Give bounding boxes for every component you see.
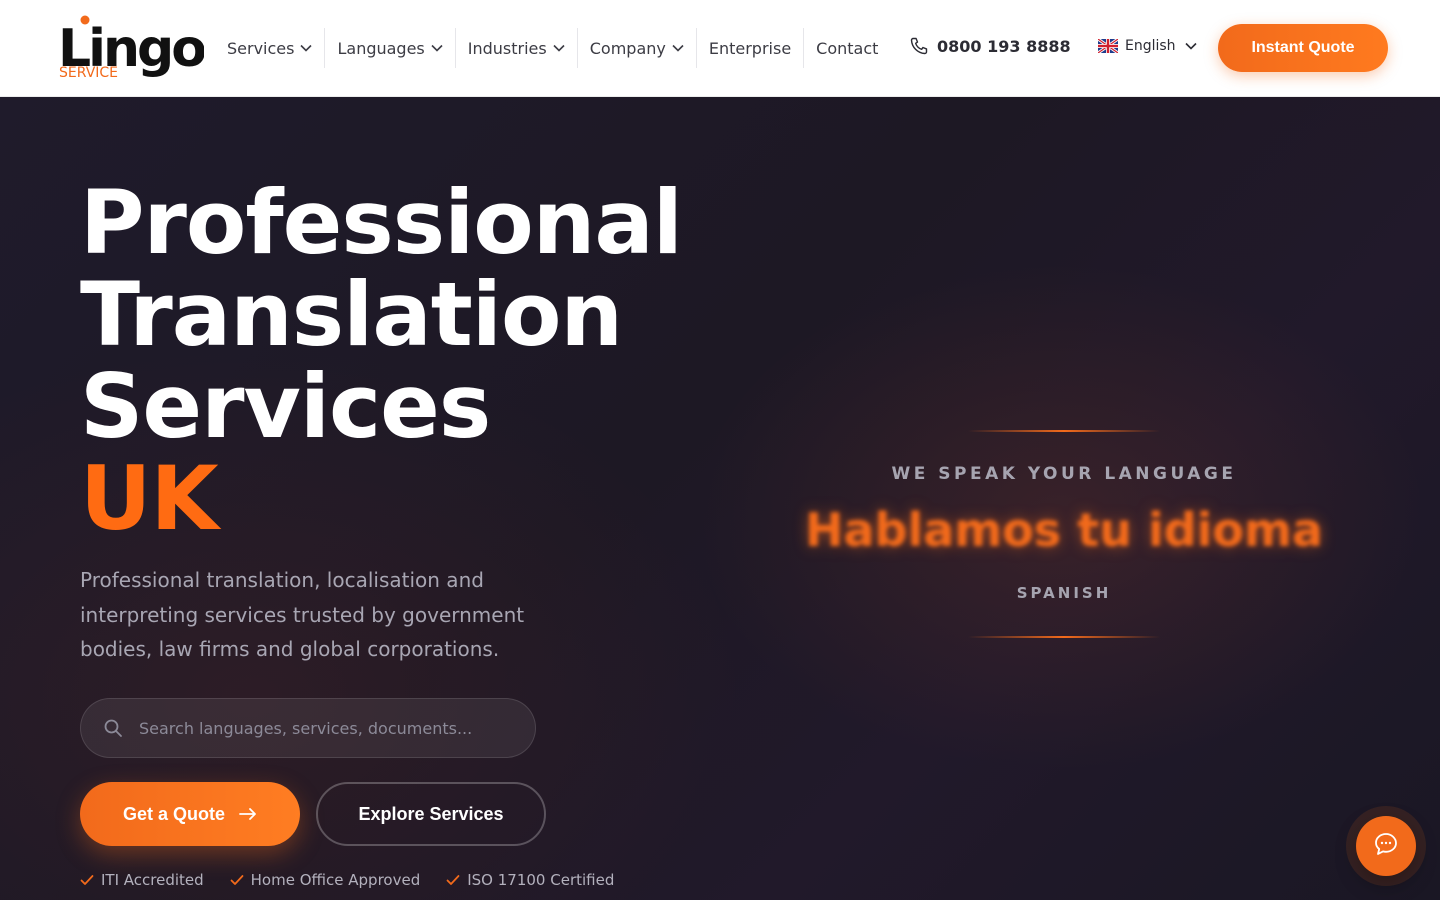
search-icon xyxy=(103,718,123,738)
nav-item-services[interactable]: Services xyxy=(215,28,324,68)
nav-item-label: Languages xyxy=(337,38,425,58)
nav-item-company[interactable]: Company xyxy=(578,28,696,68)
chat-bubble-icon xyxy=(1373,831,1399,861)
hero-title-line: Services xyxy=(80,355,491,458)
instant-quote-button[interactable]: Instant Quote xyxy=(1218,24,1388,72)
hero-title-line: Professional xyxy=(80,171,683,274)
nav-item-label: Company xyxy=(589,38,666,58)
chevron-down-icon xyxy=(1184,42,1197,50)
hero-section: Professional Translation Services UK Pro… xyxy=(0,97,1440,900)
chat-button[interactable] xyxy=(1356,816,1416,876)
badge-iso: ISO 17100 Certified xyxy=(446,871,614,889)
check-icon xyxy=(80,874,94,886)
nav-item-enterprise[interactable]: Enterprise xyxy=(697,28,803,68)
explore-services-button[interactable]: Explore Services xyxy=(316,782,546,846)
badge-label: ISO 17100 Certified xyxy=(467,871,615,889)
nav-item-contact[interactable]: Contact xyxy=(804,28,890,68)
check-icon xyxy=(446,874,460,886)
uk-flag-icon xyxy=(1098,39,1118,53)
nav-item-label: Contact xyxy=(816,38,879,58)
site-logo[interactable]: Lingo SERVICE xyxy=(58,14,204,84)
arrow-right-icon xyxy=(239,808,257,820)
badge-label: ITI Accredited xyxy=(101,871,204,889)
nav-item-label: Industries xyxy=(467,38,547,58)
main-nav: Services Languages Industries Company En… xyxy=(215,28,890,68)
get-quote-button[interactable]: Get a Quote xyxy=(80,782,300,846)
nav-item-industries[interactable]: Industries xyxy=(456,28,577,68)
svg-text:SERVICE: SERVICE xyxy=(59,65,118,81)
search-bar xyxy=(80,698,536,758)
showcase-tagline: WE SPEAK YOUR LANGUAGE xyxy=(891,464,1237,484)
site-header: Lingo SERVICE Services Languages Industr… xyxy=(0,0,1440,97)
search-input[interactable] xyxy=(139,699,519,757)
language-label: English xyxy=(1125,38,1176,54)
badge-iti: ITI Accredited xyxy=(80,871,204,889)
language-showcase: WE SPEAK YOUR LANGUAGE Hablamos tu idiom… xyxy=(760,427,1368,647)
hero-title-line: Translation xyxy=(80,263,623,366)
language-selector[interactable]: English xyxy=(1098,38,1197,54)
hero-title-accent: UK xyxy=(80,447,219,550)
badge-label: Home Office Approved xyxy=(250,871,421,889)
divider-line xyxy=(968,636,1160,638)
get-quote-label: Get a Quote xyxy=(122,803,225,824)
chevron-down-icon xyxy=(300,44,313,52)
check-icon xyxy=(230,874,244,886)
nav-item-label: Enterprise xyxy=(708,38,792,58)
hero-title: Professional Translation Services UK xyxy=(80,177,760,545)
badge-home-office: Home Office Approved xyxy=(230,871,421,889)
nav-item-label: Services xyxy=(227,38,295,58)
nav-item-languages[interactable]: Languages xyxy=(325,28,454,68)
phone-number: 0800 193 8888 xyxy=(937,36,1071,56)
accreditation-badges: ITI Accredited Home Office Approved ISO … xyxy=(80,871,640,889)
phone-link[interactable]: 0800 193 8888 xyxy=(909,36,1071,56)
showcase-language: SPANISH xyxy=(1016,584,1112,602)
chevron-down-icon xyxy=(553,44,565,52)
chevron-down-icon xyxy=(672,44,684,52)
chevron-down-icon xyxy=(431,44,443,52)
hero-subtitle: Professional translation, localisation a… xyxy=(80,568,525,661)
showcase-phrase: Hablamos tu idioma xyxy=(805,503,1323,557)
divider-line xyxy=(968,430,1160,432)
phone-icon xyxy=(909,36,929,56)
